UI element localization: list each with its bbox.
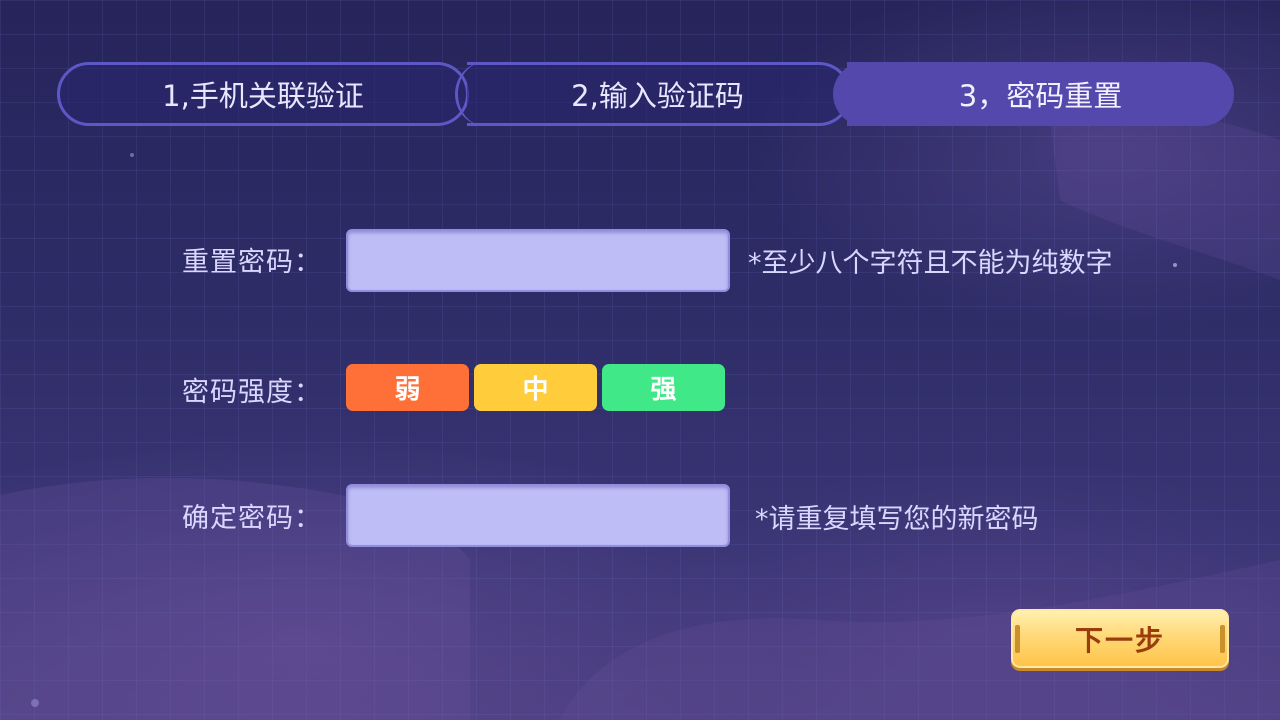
confirm-password-label: 确定密码： (182, 503, 322, 534)
step-1-phone-verification[interactable]: 1,手机关联验证 (57, 62, 469, 126)
strength-medium-badge: 中 (474, 364, 597, 411)
step-progress-bar: 1,手机关联验证 2,输入验证码 3，密码重置 (57, 62, 1234, 126)
next-step-label: 下一步 (1074, 623, 1165, 657)
confirm-password-input[interactable] (346, 484, 730, 547)
step-1-label: 1,手机关联验证 (162, 79, 364, 113)
step-3-label: 3，密码重置 (958, 79, 1123, 113)
reset-password-input[interactable] (346, 229, 730, 292)
strength-strong-badge: 强 (602, 364, 725, 411)
reset-password-hint: *至少八个字符且不能为纯数字 (748, 248, 1113, 279)
button-right-cap (1220, 625, 1225, 653)
step-3-reset-password-active[interactable]: 3，密码重置 (833, 62, 1234, 126)
password-strength-label: 密码强度： (182, 377, 322, 408)
button-left-cap (1015, 625, 1020, 653)
confirm-password-hint: *请重复填写您的新密码 (755, 504, 1039, 535)
next-step-button[interactable]: 下一步 (1011, 609, 1229, 668)
reset-password-label: 重置密码： (182, 247, 322, 278)
step-2-enter-code[interactable]: 2,输入验证码 (455, 62, 851, 126)
step-2-label: 2,输入验证码 (571, 79, 744, 113)
strength-weak-badge: 弱 (346, 364, 469, 411)
